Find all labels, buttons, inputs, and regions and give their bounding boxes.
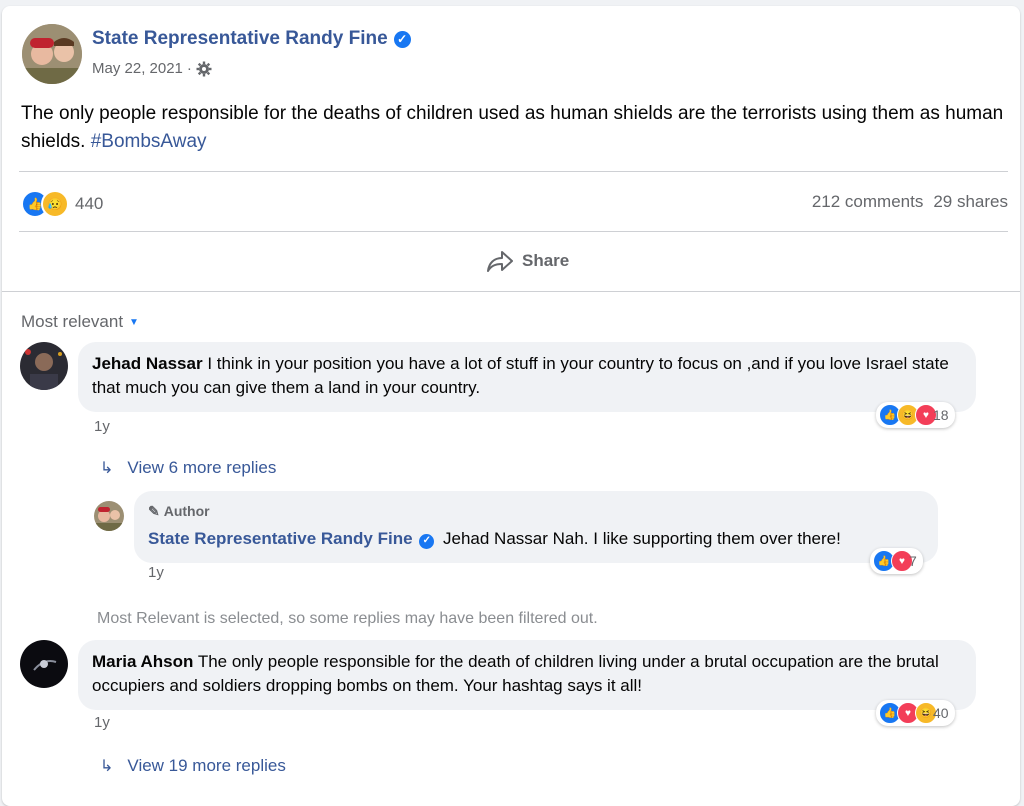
comment-reactions[interactable]: 👍 ♥ 😆 40 xyxy=(876,700,955,726)
share-icon xyxy=(487,251,513,272)
view-replies-label: View 19 more replies xyxy=(127,756,286,775)
post-text: The only people responsible for the deat… xyxy=(21,100,1006,156)
share-button[interactable]: Share xyxy=(486,250,569,272)
comment-text: I think in your position you have a lot … xyxy=(92,354,949,397)
meta-separator: · xyxy=(186,60,192,77)
view-replies-link[interactable]: ↳ View 19 more replies xyxy=(100,756,286,776)
reply-arrow-icon: ↳ xyxy=(100,758,114,775)
divider xyxy=(2,291,1020,292)
shares-count[interactable]: 29 shares xyxy=(933,192,1008,212)
reply-avatar[interactable] xyxy=(94,501,124,531)
reaction-count[interactable]: 440 xyxy=(75,194,103,214)
comment-bubble: Jehad Nassar I think in your position yo… xyxy=(78,342,976,412)
sort-label: Most relevant xyxy=(21,312,124,331)
comment-author[interactable]: State Representative Randy Fine xyxy=(148,529,413,548)
hashtag-link[interactable]: #BombsAway xyxy=(91,131,207,152)
share-label: Share xyxy=(522,251,570,270)
comment-author[interactable]: Maria Ahson xyxy=(92,652,193,671)
page-avatar[interactable] xyxy=(22,24,82,84)
comment-time[interactable]: 1y xyxy=(94,714,110,731)
commenter-avatar[interactable] xyxy=(20,640,68,688)
verified-icon: ✓ xyxy=(393,30,411,48)
comment-reactions[interactable]: 👍 😆 ♥ 18 xyxy=(876,402,955,428)
post-card: State Representative Randy Fine ✓ May 22… xyxy=(2,6,1020,806)
post-date[interactable]: May 22, 2021 xyxy=(92,60,183,77)
commenter-avatar[interactable] xyxy=(20,342,68,390)
page-name[interactable]: State Representative Randy Fine ✓ xyxy=(92,28,411,50)
comment-sort-dropdown[interactable]: Most relevant ▼ xyxy=(21,312,139,332)
gear-icon xyxy=(196,61,212,76)
divider xyxy=(19,231,1008,232)
comment-text: The only people responsible for the deat… xyxy=(92,652,939,695)
reply-arrow-icon: ↳ xyxy=(100,460,114,477)
sad-icon: 😥 xyxy=(41,190,69,218)
author-badge-label: Author xyxy=(163,503,210,519)
filter-note: Most Relevant is selected, so some repli… xyxy=(97,610,598,627)
view-replies-link[interactable]: ↳ View 6 more replies xyxy=(100,458,276,478)
comment-time[interactable]: 1y xyxy=(94,418,110,435)
comments-count[interactable]: 212 comments xyxy=(812,192,924,212)
comment-reactions[interactable]: 👍 ♥ 7 xyxy=(870,548,923,574)
reaction-count: 18 xyxy=(933,407,949,423)
reaction-count: 7 xyxy=(909,553,917,569)
comment-author[interactable]: Jehad Nassar xyxy=(92,354,203,373)
view-replies-label: View 6 more replies xyxy=(127,458,277,477)
comment-time[interactable]: 1y xyxy=(148,564,164,581)
caret-down-icon: ▼ xyxy=(129,316,139,328)
page-name-text[interactable]: State Representative Randy Fine xyxy=(92,28,388,50)
reply-bubble: ✎ Author State Representative Randy Fine… xyxy=(134,491,938,563)
pencil-icon: ✎ xyxy=(148,503,160,519)
comment-text: Jehad Nassar Nah. I like supporting them… xyxy=(443,529,841,548)
verified-icon: ✓ xyxy=(419,533,435,549)
author-badge: ✎ Author xyxy=(148,499,926,523)
comment-bubble: Maria Ahson The only people responsible … xyxy=(78,640,976,710)
reaction-summary[interactable]: 👍 😥 440 xyxy=(21,190,103,218)
post-meta: May 22, 2021 · xyxy=(92,60,212,77)
post-stats: 212 comments 29 shares xyxy=(812,192,1008,212)
reaction-count: 40 xyxy=(933,705,949,721)
divider xyxy=(19,171,1008,172)
